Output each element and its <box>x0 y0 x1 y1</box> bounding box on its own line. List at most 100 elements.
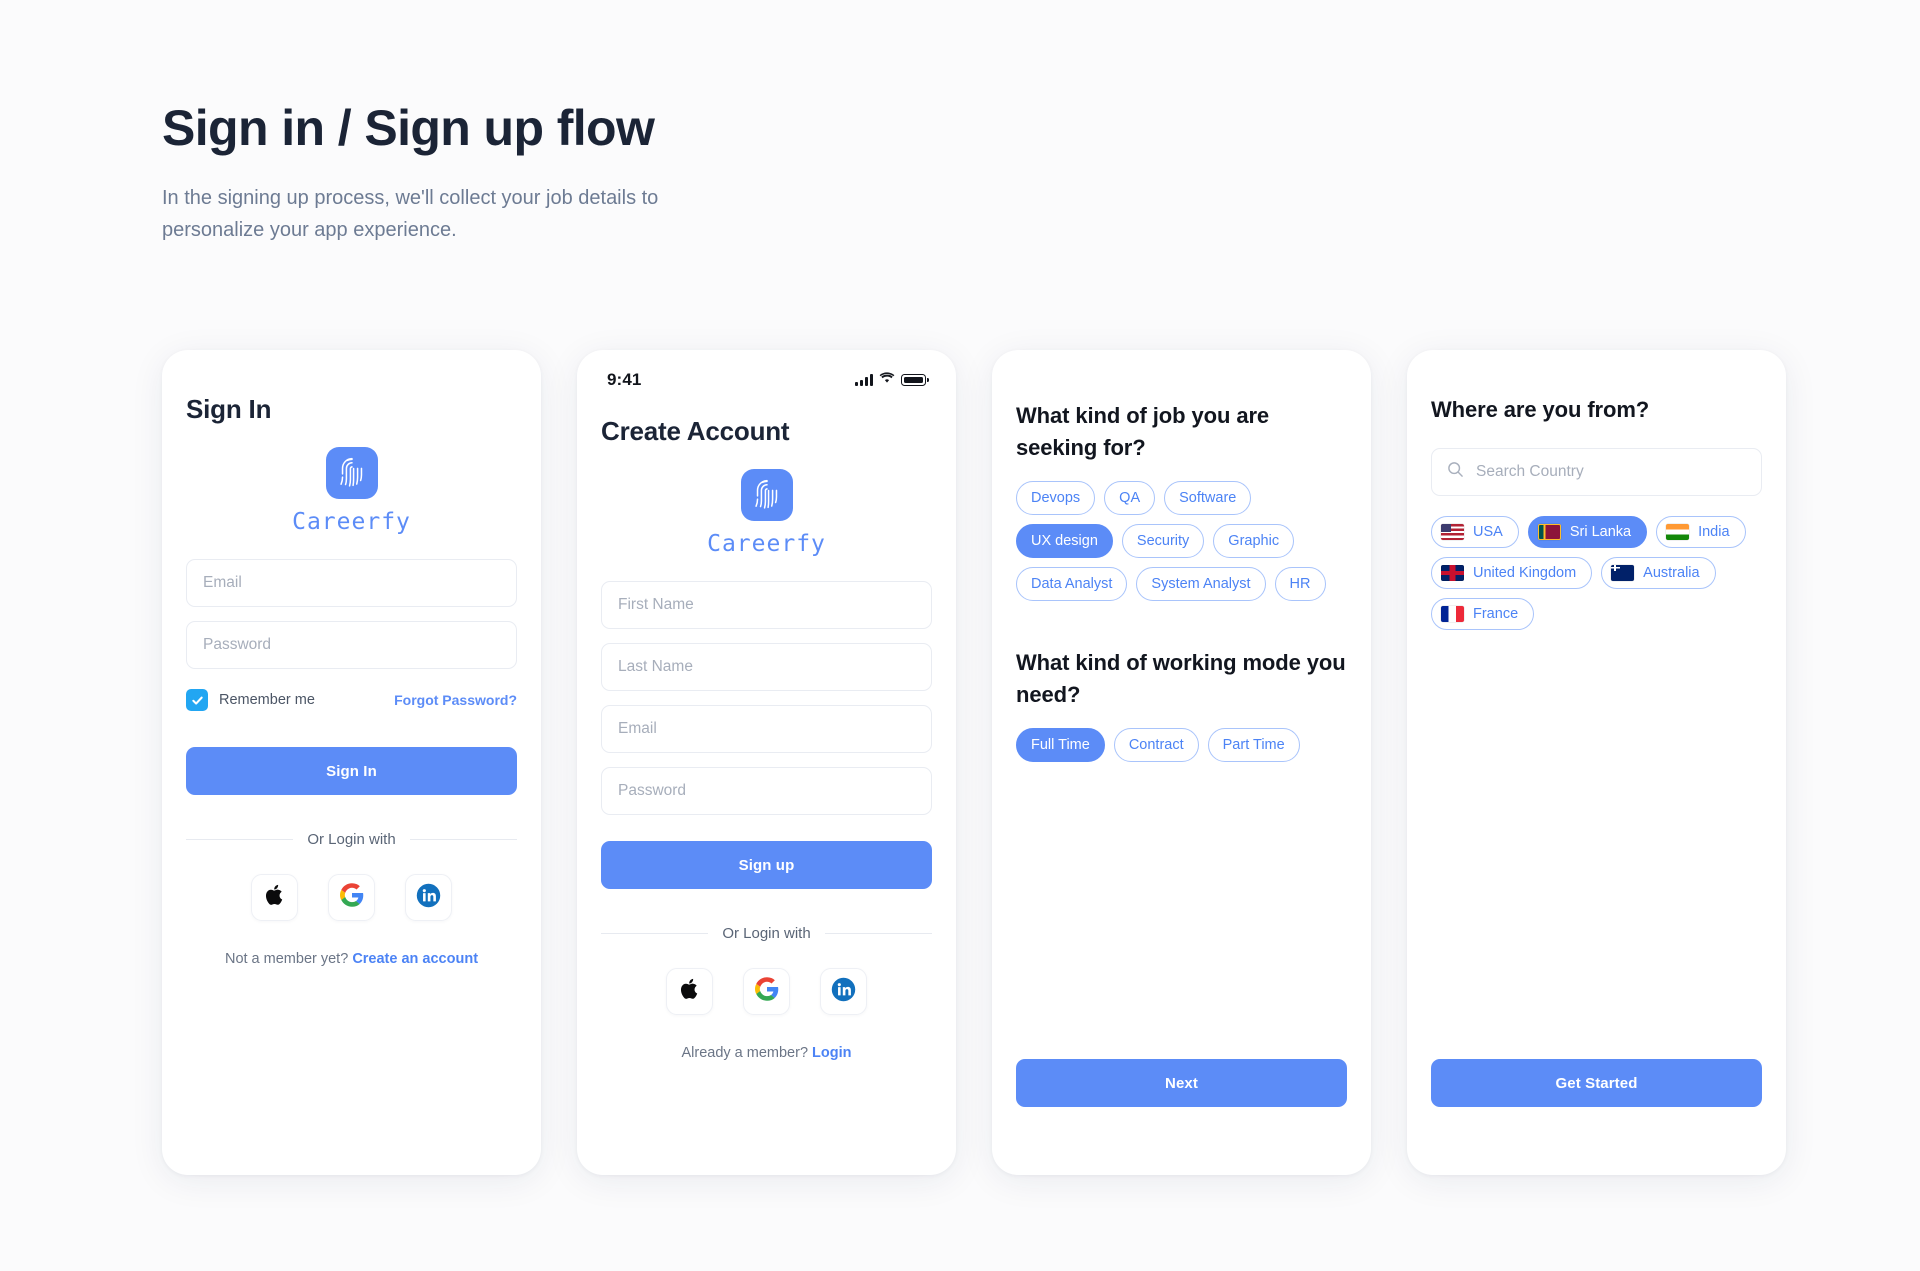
remember-row: Remember me Forgot Password? <box>186 689 517 711</box>
country-search-wrap <box>1431 447 1762 496</box>
password-input[interactable] <box>601 767 932 815</box>
phone-screen-country: Where are you from? USA Sri Lanka India Uni… <box>1407 350 1786 1175</box>
social-login-row <box>186 874 517 921</box>
brand-name: Careerfy <box>292 509 411 535</box>
create-account-link[interactable]: Create an account <box>352 951 478 967</box>
country-flag-icon <box>1537 523 1561 540</box>
working-mode-chip[interactable]: Part Time <box>1207 727 1300 763</box>
job-tag-chip[interactable]: UX design <box>1016 523 1113 559</box>
job-tag-chip[interactable]: HR <box>1274 567 1326 602</box>
fingerprint-icon <box>740 469 793 521</box>
phone-mockups-row: Sign In Careerfy Email Remember me Forgo… <box>162 350 1786 1175</box>
password-input[interactable] <box>186 621 517 669</box>
login-prompt: Already a member? Login <box>601 1045 932 1061</box>
brand-block: Careerfy <box>601 469 932 557</box>
wifi-icon <box>879 371 895 389</box>
page-root: Sign in / Sign up flow In the signing up… <box>0 0 1920 1271</box>
get-started-button[interactable]: Get Started <box>1431 1059 1762 1107</box>
phone-screen-sign-in: Sign In Careerfy Email Remember me Forgo… <box>162 350 541 1175</box>
country-chip-label: Sri Lanka <box>1569 523 1632 540</box>
checkmark-icon[interactable] <box>186 689 208 711</box>
remember-me-label: Remember me <box>219 692 315 708</box>
page-subtitle: In the signing up process, we'll collect… <box>162 186 659 241</box>
job-question-label: What kind of job you are seeking for? <box>1016 403 1270 460</box>
next-button-wrap: Next <box>1016 1059 1347 1107</box>
country-chip[interactable]: France <box>1431 598 1535 631</box>
next-button[interactable]: Next <box>1016 1059 1347 1107</box>
email-input[interactable] <box>601 705 932 753</box>
country-chip[interactable]: USA <box>1431 515 1519 549</box>
job-tag-list: Devops QA Software UX design Security Graphic… <box>1016 480 1347 602</box>
brand-name: Careerfy <box>707 531 826 557</box>
job-tag-chip[interactable]: Software <box>1164 480 1252 515</box>
apple-icon <box>679 976 701 1007</box>
google-icon <box>754 977 779 1006</box>
job-tag-chip[interactable]: System Analyst <box>1136 567 1266 602</box>
brand-block: Careerfy <box>186 447 517 535</box>
country-chip-label: Australia <box>1643 565 1700 582</box>
google-login-button[interactable] <box>743 968 790 1015</box>
linkedin-icon <box>831 977 856 1007</box>
or-login-divider: Or Login with <box>186 831 517 848</box>
country-flag-icon <box>1666 523 1690 540</box>
page-header: Sign in / Sign up flow In the signing up… <box>162 100 862 246</box>
create-account-title: Create Account <box>601 416 790 446</box>
login-link[interactable]: Login <box>812 1045 851 1061</box>
email-input[interactable] <box>186 559 517 607</box>
login-prompt-text: Already a member? <box>681 1045 809 1061</box>
country-chip[interactable]: Sri Lanka <box>1527 515 1648 549</box>
google-icon <box>339 883 364 912</box>
country-flag-icon <box>1441 523 1464 540</box>
apple-icon <box>264 882 286 913</box>
sign-in-form <box>186 559 517 669</box>
country-chip[interactable]: United Kingdom <box>1431 557 1593 590</box>
country-chip-label: United Kingdom <box>1473 565 1577 582</box>
last-name-input[interactable] <box>601 643 932 691</box>
working-mode-tag-list: Full Time Contract Part Time <box>1016 727 1347 763</box>
country-question-label: Where are you from? <box>1431 397 1650 422</box>
job-tag-chip[interactable]: Data Analyst <box>1016 567 1128 602</box>
working-mode-question-block: What kind of working mode you need? Full… <box>1016 647 1347 763</box>
phone-screen-job-preferences: What kind of job you are seeking for? De… <box>992 350 1371 1175</box>
first-name-input[interactable] <box>601 581 932 629</box>
working-mode-chip[interactable]: Contract <box>1113 727 1199 763</box>
create-account-prompt: Not a member yet? Create an account <box>186 951 517 967</box>
country-search-input[interactable] <box>1431 447 1762 496</box>
divider-rule-left <box>601 933 709 934</box>
cellular-signal-icon <box>855 374 873 386</box>
country-chip-label: USA <box>1473 523 1503 540</box>
remember-me-control[interactable]: Remember me <box>186 689 315 711</box>
divider-rule-right <box>824 933 932 934</box>
job-tag-chip[interactable]: Devops <box>1016 480 1096 515</box>
apple-login-button[interactable] <box>251 874 298 921</box>
job-tag-chip[interactable]: Security <box>1121 523 1205 559</box>
country-flag-icon <box>1441 606 1464 623</box>
or-login-divider: Or Login with <box>601 925 932 942</box>
sign-in-button[interactable]: Sign In <box>186 747 517 795</box>
country-chip[interactable]: Australia <box>1601 557 1716 590</box>
job-tag-chip[interactable]: QA <box>1104 480 1156 515</box>
page-title: Sign in / Sign up flow <box>162 100 655 156</box>
divider-label: Or Login with <box>307 831 396 848</box>
google-login-button[interactable] <box>328 874 375 921</box>
linkedin-login-button[interactable] <box>405 874 452 921</box>
apple-login-button[interactable] <box>666 968 713 1015</box>
sign-up-button[interactable]: Sign up <box>601 841 932 889</box>
divider-rule-right <box>409 839 517 840</box>
create-account-form <box>601 581 932 815</box>
linkedin-login-button[interactable] <box>820 968 867 1015</box>
divider-label: Or Login with <box>722 925 811 942</box>
country-chip[interactable]: India <box>1656 515 1746 549</box>
status-time: 9:41 <box>607 370 642 389</box>
forgot-password-link[interactable]: Forgot Password? <box>394 692 517 708</box>
social-login-row <box>601 968 932 1015</box>
fingerprint-icon <box>325 447 378 499</box>
status-icons <box>855 371 929 389</box>
create-account-prompt-text: Not a member yet? <box>224 951 349 967</box>
linkedin-icon <box>416 883 441 913</box>
country-flag-icon <box>1441 565 1464 582</box>
job-question-block: What kind of job you are seeking for? De… <box>1016 400 1347 602</box>
country-chip-list: USA Sri Lanka India United Kingdom Australia… <box>1431 515 1762 631</box>
job-tag-chip[interactable]: Graphic <box>1213 523 1295 559</box>
working-mode-chip[interactable]: Full Time <box>1016 727 1105 763</box>
